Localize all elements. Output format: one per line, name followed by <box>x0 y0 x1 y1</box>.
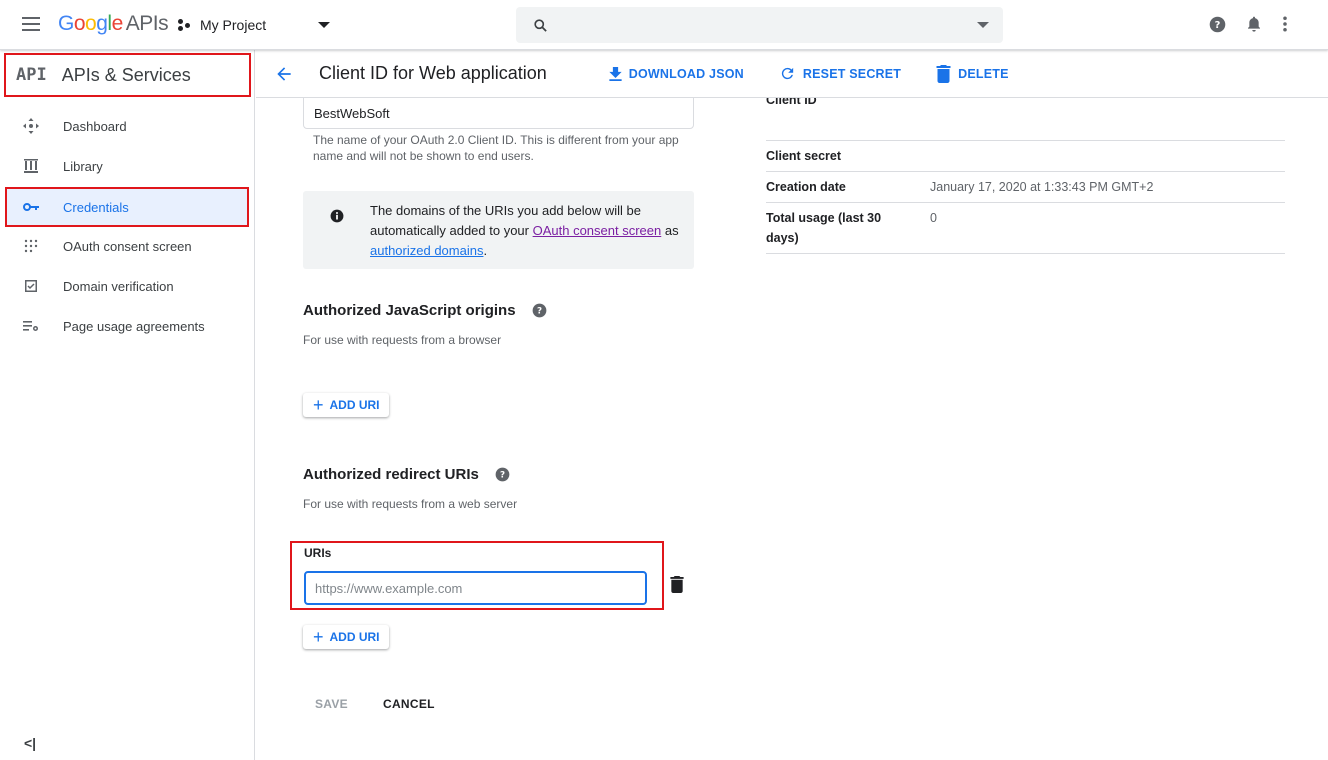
svg-text:?: ? <box>1215 20 1221 31</box>
reset-secret-button[interactable]: RESET SECRET <box>779 65 901 82</box>
sidebar-item-dashboard[interactable]: Dashboard <box>0 106 250 146</box>
save-button[interactable]: SAVE <box>315 697 348 711</box>
sidebar-item-label: Library <box>63 158 103 174</box>
sidebar-item-oauth-consent-screen[interactable]: OAuth consent screen <box>0 226 250 266</box>
js-origins-subtitle: For use with requests from a browser <box>303 333 502 347</box>
project-dots-icon <box>178 18 192 32</box>
top-bar: Google APIs My Project ? <box>0 0 1328 50</box>
content-header: Client ID for Web application DOWNLOAD J… <box>256 50 1328 98</box>
svg-text:?: ? <box>537 307 542 317</box>
oauth-consent-screen-link[interactable]: OAuth consent screen <box>533 223 662 238</box>
more-vert-icon[interactable] <box>1282 16 1288 32</box>
client-name-hint: The name of your OAuth 2.0 Client ID. Th… <box>313 133 679 163</box>
search-caret-icon[interactable] <box>977 22 989 28</box>
download-json-button[interactable]: DOWNLOAD JSON <box>609 66 744 81</box>
redirect-uri-input[interactable]: https://www.example.com <box>304 571 647 605</box>
svg-text:?: ? <box>500 471 505 481</box>
project-caret-icon <box>318 22 330 28</box>
client-details-table: Client ID Client secret Creation date Ja… <box>766 98 1285 254</box>
key-icon <box>22 198 40 216</box>
notifications-bell-icon[interactable] <box>1246 15 1262 33</box>
redirect-uri-highlight: URIs https://www.example.com <box>290 541 664 610</box>
add-js-origin-uri-button[interactable]: + ADD URI <box>303 393 389 417</box>
project-name: My Project <box>200 17 267 33</box>
add-redirect-uri-button[interactable]: + ADD URI <box>303 625 389 649</box>
sidebar-header[interactable]: API APIs & Services <box>4 53 251 97</box>
plus-icon: + <box>313 627 324 647</box>
sidebar-item-label: Page usage agreements <box>63 318 205 334</box>
authorized-domains-link[interactable]: authorized domains <box>370 243 483 258</box>
sidebar-item-domain-verification[interactable]: Domain verification <box>0 266 250 306</box>
search-bar[interactable] <box>516 7 1003 43</box>
library-icon <box>22 157 40 175</box>
api-badge-icon: API <box>16 65 47 85</box>
sidebar-item-label: OAuth consent screen <box>63 238 192 254</box>
sidebar: API APIs & Services Dashboard Library Cr… <box>0 50 255 760</box>
sidebar-item-page-usage-agreements[interactable]: Page usage agreements <box>0 306 250 346</box>
search-icon <box>534 19 547 32</box>
info-text: The domains of the URIs you add below wi… <box>370 203 679 258</box>
consent-icon <box>22 237 40 255</box>
client-name-input[interactable]: BestWebSoft <box>303 98 694 129</box>
cancel-button[interactable]: CANCEL <box>383 697 435 711</box>
main-content: BestWebSoft The name of your OAuth 2.0 C… <box>256 98 1328 760</box>
plus-icon: + <box>313 395 324 415</box>
collapse-sidebar-icon[interactable]: <| <box>24 735 36 751</box>
sidebar-item-label: Credentials <box>63 199 129 215</box>
uris-label: URIs <box>304 546 332 560</box>
refresh-icon <box>781 67 794 80</box>
download-icon <box>609 66 622 81</box>
delete-button[interactable]: DELETE <box>936 64 1009 83</box>
redirect-uris-title: Authorized redirect URIs ? <box>303 466 510 483</box>
redirect-uris-subtitle: For use with requests from a web server <box>303 497 518 511</box>
detail-row-client-id: Client ID <box>766 98 1285 141</box>
js-origins-title: Authorized JavaScript origins ? <box>303 302 547 319</box>
detail-row-total-usage: Total usage (last 30 days) 0 <box>766 203 1285 254</box>
sidebar-item-library[interactable]: Library <box>0 146 250 186</box>
sidebar-item-label: Dashboard <box>63 118 127 134</box>
help-icon[interactable]: ? <box>532 303 547 318</box>
help-icon[interactable]: ? <box>495 467 510 482</box>
google-apis-logo[interactable]: Google APIs <box>58 12 169 36</box>
help-icon[interactable]: ? <box>1209 16 1226 33</box>
back-arrow-icon[interactable] <box>274 64 294 84</box>
info-icon <box>330 209 344 223</box>
detail-row-creation-date: Creation date January 17, 2020 at 1:33:4… <box>766 172 1285 203</box>
dashboard-icon <box>22 117 40 135</box>
trash-icon <box>936 64 951 83</box>
sidebar-item-label: Domain verification <box>63 278 174 294</box>
detail-row-client-secret: Client secret <box>766 141 1285 172</box>
hamburger-menu-icon[interactable] <box>22 17 40 31</box>
sidebar-item-credentials[interactable]: Credentials <box>5 187 249 227</box>
page-title: Client ID for Web application <box>319 63 547 83</box>
sidebar-title: APIs & Services <box>61 64 191 85</box>
checkbox-icon <box>22 277 40 295</box>
project-selector[interactable]: My Project <box>178 14 330 36</box>
trash-icon[interactable] <box>670 576 684 593</box>
settings-list-icon <box>22 317 40 335</box>
info-box: The domains of the URIs you add below wi… <box>303 191 694 269</box>
